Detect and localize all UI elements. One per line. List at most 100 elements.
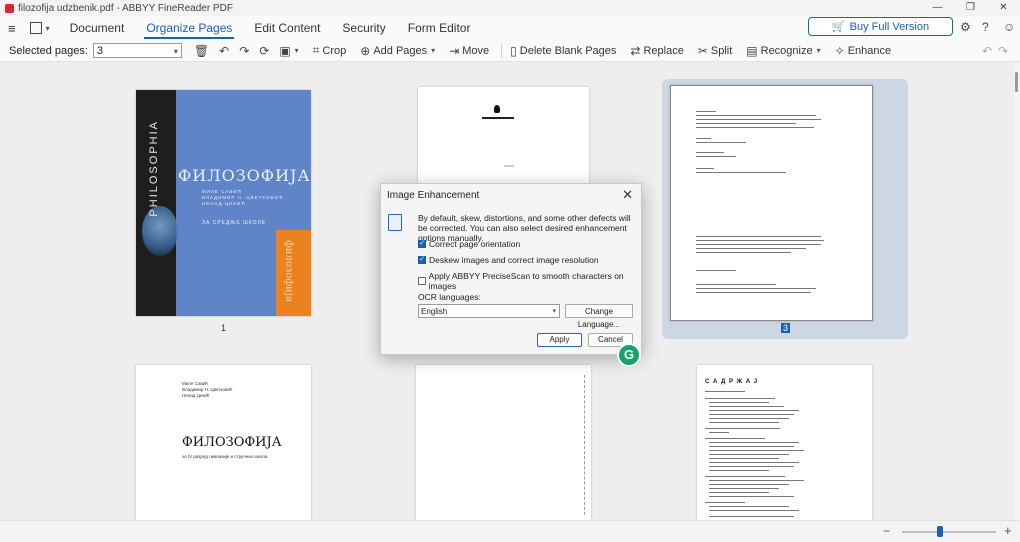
tab-organize-pages[interactable]: Organize Pages <box>144 17 235 39</box>
checkbox-checked-icon[interactable]: ✓ <box>418 256 426 264</box>
zoom-out-icon[interactable]: − <box>883 524 890 538</box>
ocr-language-select[interactable]: English ▾ <box>418 304 560 318</box>
enhance-document-icon <box>388 214 402 231</box>
page-thumbnail-1[interactable]: PHILOSOPHIA ФИЛОЗОФИЈА МИЛЕ САВИЋ ВЛАДИМ… <box>136 90 311 316</box>
replace-label: Replace <box>643 44 684 57</box>
option-deskew[interactable]: ✓ Deskew images and correct image resolu… <box>418 255 599 265</box>
checkbox-unchecked-icon[interactable] <box>418 277 426 285</box>
text-line <box>696 142 746 143</box>
rotate-left-icon[interactable]: ↶ <box>219 44 229 58</box>
recognize-button[interactable]: ▤ Recognize ▾ <box>746 44 820 58</box>
apply-button[interactable]: Apply <box>537 333 582 347</box>
text-line <box>709 410 799 411</box>
page4-authors: Миле Савић Владимир Н. Цветковић Ненад Ц… <box>182 381 232 399</box>
selected-pages-label: Selected pages: <box>9 44 88 57</box>
text-line <box>696 156 736 157</box>
cover-vertical-title: филозофија <box>283 240 294 302</box>
text-line <box>709 510 799 511</box>
tab-document[interactable]: Document <box>68 17 127 39</box>
crop-button[interactable]: ⌗ Crop <box>313 43 347 58</box>
chevron-down-icon: ▾ <box>816 46 821 55</box>
text-line <box>709 496 794 497</box>
page-number: 1 <box>221 323 227 333</box>
text-line <box>709 454 789 455</box>
trash-icon[interactable]: 🗑 <box>194 44 209 58</box>
zoom-slider-handle[interactable] <box>936 526 943 537</box>
hamburger-menu-icon[interactable]: ≡ <box>8 21 16 36</box>
cover-subtitle: ЗА СРЕДЊЕ ШКОЛЕ <box>202 220 267 226</box>
enhance-button[interactable]: ✧ Enhance <box>835 44 892 58</box>
delete-blank-icon: ▯ <box>510 43 517 58</box>
add-pages-button[interactable]: ⊕ Add Pages ▾ <box>360 44 435 58</box>
gear-icon[interactable]: ⚙ <box>960 20 971 34</box>
page-thumbnail-6[interactable]: С А Д Р Ж А Ј <box>697 365 872 520</box>
text-line <box>709 492 769 493</box>
chevron-down-icon[interactable]: ▾ <box>46 24 50 33</box>
checkbox-checked-icon[interactable]: ✓ <box>418 240 426 248</box>
text-line <box>709 480 804 481</box>
auto-rotate-icon[interactable]: ⟳ <box>259 44 269 58</box>
zoom-slider[interactable] <box>902 531 996 533</box>
text-line <box>709 402 769 403</box>
replace-icon: ⇄ <box>630 43 641 58</box>
text-line <box>504 165 514 167</box>
add-page-icon: ⊕ <box>360 43 371 58</box>
scrollbar-thumb[interactable] <box>1015 72 1018 92</box>
text-line <box>709 450 804 451</box>
text-line <box>696 152 724 153</box>
add-pages-label: Add Pages <box>373 44 428 57</box>
cover-title: ФИЛОЗОФИЈА <box>178 166 311 185</box>
split-button[interactable]: ✂ Split <box>698 44 732 58</box>
replace-button[interactable]: ⇄ Replace <box>630 44 683 58</box>
text-line <box>696 138 711 139</box>
recognize-label: Recognize <box>760 44 813 57</box>
account-icon[interactable]: ☺ <box>1003 20 1015 34</box>
delete-blank-label: Delete Blank Pages <box>519 44 617 57</box>
selected-pages-value: 3 <box>96 45 104 57</box>
buy-label: Buy Full Version <box>849 20 930 33</box>
redo-icon[interactable]: ↷ <box>998 44 1008 58</box>
recognize-icon: ▤ <box>746 43 758 58</box>
page-thumbnail-5[interactable] <box>416 365 591 520</box>
tab-security[interactable]: Security <box>340 17 387 39</box>
publisher-mark <box>482 117 514 119</box>
option-precisescan[interactable]: Apply ABBYY PreciseScan to smooth charac… <box>418 271 641 291</box>
grammarly-icon[interactable]: G <box>617 343 641 367</box>
text-line <box>709 442 799 443</box>
text-line <box>696 248 806 249</box>
help-icon[interactable]: ? <box>982 20 989 34</box>
rotate-right-icon[interactable]: ↷ <box>239 44 249 58</box>
minimize-button[interactable]: — <box>921 0 954 16</box>
cover-author: НЕНАД ЦЕКИЋ <box>202 201 246 206</box>
page-properties-icon[interactable]: ▣ <box>279 44 290 58</box>
text-line <box>709 414 794 415</box>
undo-icon[interactable]: ↶ <box>982 44 992 58</box>
text-line <box>705 476 785 477</box>
image-enhancement-dialog: Image Enhancement ✕ By default, skew, di… <box>380 183 642 355</box>
tab-form-editor[interactable]: Form Editor <box>406 17 473 39</box>
selected-pages-input[interactable]: 3 ▾ <box>92 43 182 58</box>
text-line <box>696 119 821 120</box>
page-thumbnail-4[interactable]: Миле Савић Владимир Н. Цветковић Ненад Ц… <box>136 365 311 520</box>
close-icon[interactable]: ✕ <box>622 187 633 203</box>
close-window-button[interactable]: ✕ <box>987 0 1020 16</box>
zoom-in-icon[interactable]: + <box>1004 523 1012 538</box>
text-line <box>705 391 745 392</box>
buy-full-version-button[interactable]: 🛒 Buy Full Version <box>808 17 953 36</box>
chevron-down-icon[interactable]: ▾ <box>295 46 299 55</box>
text-line <box>696 270 736 271</box>
text-line <box>705 428 780 429</box>
move-button[interactable]: ⇥ Move <box>449 44 489 58</box>
change-language-button[interactable]: Change Language... <box>565 304 633 329</box>
save-icon[interactable] <box>29 22 42 34</box>
option-correct-orientation[interactable]: ✓ Correct page orientation <box>418 239 520 249</box>
tab-edit-content[interactable]: Edit Content <box>252 17 322 39</box>
text-line <box>696 236 821 237</box>
title-bar: filozofija udzbenik.pdf - ABBYY FineRead… <box>0 0 1020 16</box>
page-thumbnail-3[interactable] <box>670 85 873 321</box>
text-line <box>696 284 776 285</box>
vertical-scrollbar[interactable] <box>1014 62 1020 520</box>
restore-button[interactable]: ❐ <box>954 0 987 16</box>
page4-author: Ненад Цекић <box>182 393 210 398</box>
delete-blank-pages-button[interactable]: ▯ Delete Blank Pages <box>510 44 616 58</box>
